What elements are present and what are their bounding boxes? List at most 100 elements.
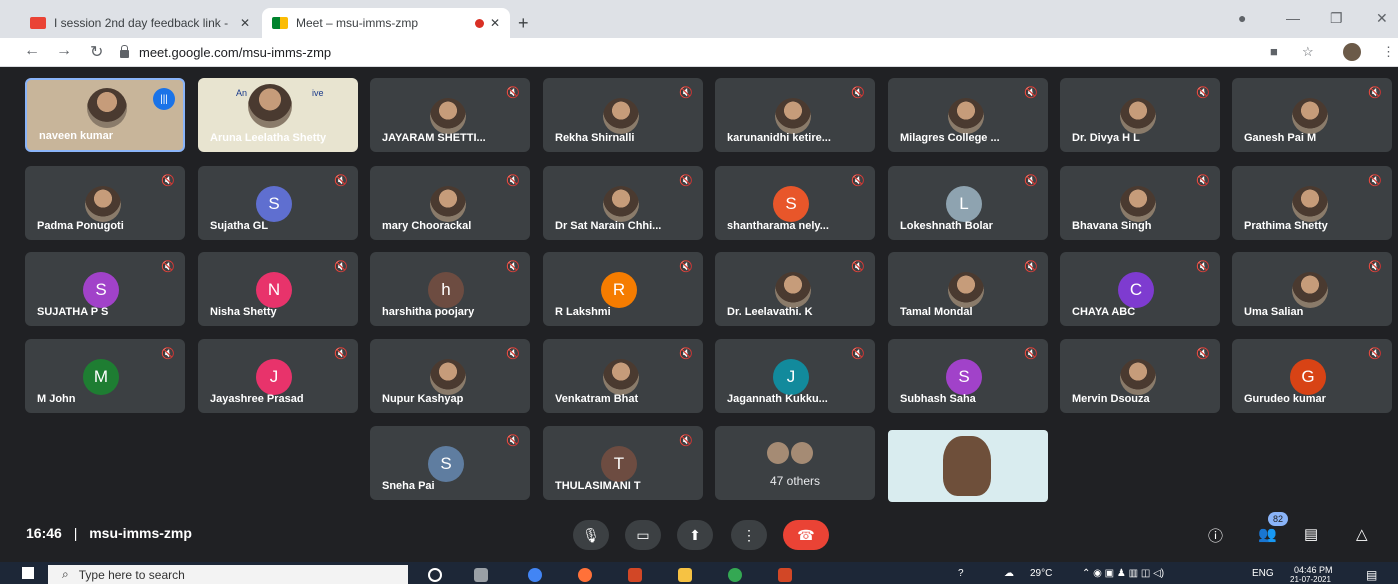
tab-meet[interactable]: Meet – msu-imms-zmp ✕ — [262, 8, 510, 38]
participant-tile[interactable]: S 🔇 SUJATHA P S — [25, 252, 185, 326]
participant-tile[interactable]: 🔇 Prathima Shetty — [1232, 166, 1392, 240]
tab-gmail[interactable]: I session 2nd day feedback link - ✕ — [20, 8, 260, 38]
participant-tile[interactable]: 🔇 mary Choorackal — [370, 166, 530, 240]
avatar: C — [1118, 272, 1154, 308]
participant-tile[interactable]: 🔇 Bhavana Singh — [1060, 166, 1220, 240]
participant-tile[interactable]: h 🔇 harshitha poojary — [370, 252, 530, 326]
powerpoint-icon[interactable] — [778, 568, 792, 582]
present-button[interactable]: ⬆ — [677, 520, 713, 550]
taskbar-search[interactable]: ⌕ Type here to search — [48, 565, 408, 584]
avatar: R — [601, 272, 637, 308]
notification-icon[interactable]: ▤ — [1366, 568, 1377, 582]
participant-tile[interactable]: J 🔇 Jayashree Prasad — [198, 339, 358, 413]
chrome-icon[interactable] — [528, 568, 542, 582]
new-tab-button[interactable]: + — [518, 13, 529, 34]
people-icon[interactable]: 👥 — [1258, 525, 1277, 543]
avatar — [775, 272, 811, 308]
camera-icon[interactable]: ■ — [1270, 44, 1278, 59]
participant-tile[interactable]: S 🔇 Subhash Saha — [888, 339, 1048, 413]
clock-time[interactable]: 04:46 PM — [1294, 565, 1333, 575]
camera-button[interactable]: ▭ — [625, 520, 661, 550]
participant-tile[interactable]: T 🔇 THULASIMANI T — [543, 426, 703, 500]
participant-tile[interactable]: S 🔇 Sujatha GL — [198, 166, 358, 240]
mic-button[interactable]: 🎙 — [573, 520, 609, 550]
participant-tile[interactable]: 🔇 Nupur Kashyap — [370, 339, 530, 413]
weather-text[interactable]: 29°C — [1030, 568, 1052, 579]
participant-name: Nisha Shetty — [210, 306, 277, 318]
participant-tile[interactable]: 🔇 Dr. Leelavathi. K — [715, 252, 875, 326]
avatar: J — [773, 359, 809, 395]
participant-tile[interactable]: 🔇 Venkatram Bhat — [543, 339, 703, 413]
clock-date[interactable]: 21-07-2021 — [1290, 576, 1331, 584]
participant-tile[interactable]: 🔇 karunanidhi ketire... — [715, 78, 875, 152]
more-options-button[interactable]: ⋮ — [731, 520, 767, 550]
others-tile[interactable]: 47 others — [715, 426, 875, 500]
leave-call-button[interactable]: ☎ — [783, 520, 829, 550]
task-view-icon[interactable] — [474, 568, 488, 582]
participant-tile[interactable]: 🔇 Dr. Divya H L — [1060, 78, 1220, 152]
address-bar[interactable]: meet.google.com/msu-imms-zmp — [120, 41, 331, 63]
minimize-button[interactable]: — — [1286, 10, 1300, 26]
file-explorer-icon[interactable] — [678, 568, 692, 582]
search-icon: ⌕ — [62, 567, 69, 581]
mic-off-icon: 🔇 — [506, 175, 520, 187]
participant-name: Sujatha GL — [210, 220, 269, 232]
mic-off-icon: 🔇 — [851, 175, 865, 187]
participant-name: mary Choorackal — [382, 220, 472, 232]
maximize-button[interactable]: ❐ — [1330, 10, 1343, 27]
tab-title: Meet – msu-imms-zmp — [296, 16, 419, 30]
close-tab-icon[interactable]: ✕ — [240, 16, 250, 30]
extension-icon[interactable]: ● — [1238, 10, 1246, 26]
video-feed — [248, 84, 292, 128]
cortana-icon[interactable] — [428, 568, 442, 582]
language-indicator[interactable]: ENG — [1252, 568, 1274, 579]
chrome-icon[interactable] — [728, 568, 742, 582]
close-tab-icon[interactable]: ✕ — [490, 16, 500, 30]
activities-icon[interactable]: △ — [1356, 525, 1368, 543]
participant-tile[interactable]: N 🔇 Nisha Shetty — [198, 252, 358, 326]
participant-tile[interactable]: 🔇 Rekha Shirnalli — [543, 78, 703, 152]
firefox-icon[interactable] — [578, 568, 592, 582]
participant-tile[interactable]: J 🔇 Jagannath Kukku... — [715, 339, 875, 413]
participant-tile[interactable]: S 🔇 shantharama nely... — [715, 166, 875, 240]
info-icon[interactable]: ⓘ — [1208, 525, 1223, 546]
participant-tile[interactable]: 🔇 Mervin Dsouza — [1060, 339, 1220, 413]
meeting-time: 16:46 — [26, 525, 62, 541]
powerpoint-icon[interactable] — [628, 568, 642, 582]
back-icon[interactable]: ← — [24, 42, 40, 60]
participant-name: Subhash Saha — [900, 393, 976, 405]
participant-count-badge: 82 — [1268, 512, 1288, 526]
bookmark-star-icon[interactable]: ☆ — [1302, 44, 1314, 60]
avatar[interactable] — [1343, 43, 1361, 61]
mic-off-icon: 🔇 — [161, 261, 175, 273]
reload-icon[interactable]: ↻ — [90, 42, 103, 62]
participant-tile[interactable]: 🔇 Tamal Mondal — [888, 252, 1048, 326]
close-window-button[interactable]: ✕ — [1376, 10, 1388, 27]
participant-name: Rekha Shirnalli — [555, 132, 635, 144]
help-icon[interactable]: ? — [958, 568, 964, 579]
screen-share-tile[interactable]: An ive Aruna Leelatha Shetty — [198, 78, 358, 152]
participant-tile[interactable]: S 🔇 Sneha Pai — [370, 426, 530, 500]
self-tile[interactable]: ||| naveen kumar — [25, 78, 185, 152]
menu-dots-icon[interactable]: ⋮ — [1382, 44, 1395, 60]
chat-icon[interactable]: ▤ — [1304, 525, 1318, 543]
participant-tile[interactable]: C 🔇 CHAYA ABC — [1060, 252, 1220, 326]
participant-tile[interactable]: 🔇 Dr Sat Narain Chhi... — [543, 166, 703, 240]
participant-tile[interactable]: R 🔇 R Lakshmi — [543, 252, 703, 326]
tray-icons[interactable]: ⌃ ◉ ▣ ♟ ▥ ◫ ◁) — [1082, 568, 1164, 579]
presenter-video-tile[interactable] — [888, 430, 1048, 502]
participant-name: JAYARAM SHETTI... — [382, 132, 486, 144]
participant-tile[interactable]: 🔇 Uma Salian — [1232, 252, 1392, 326]
participant-tile[interactable]: 🔇 Milagres College ... — [888, 78, 1048, 152]
participant-name: Dr. Leelavathi. K — [727, 306, 813, 318]
video-feed — [87, 88, 127, 128]
avatar: L — [946, 186, 982, 222]
windows-start-icon[interactable] — [22, 567, 34, 579]
participant-tile[interactable]: M 🔇 M John — [25, 339, 185, 413]
participant-tile[interactable]: 🔇 Padma Ponugoti — [25, 166, 185, 240]
participant-tile[interactable]: 🔇 JAYARAM SHETTI... — [370, 78, 530, 152]
participant-tile[interactable]: G 🔇 Gurudeo kumar — [1232, 339, 1392, 413]
participant-tile[interactable]: L 🔇 Lokeshnath Bolar — [888, 166, 1048, 240]
participant-tile[interactable]: 🔇 Ganesh Pai M — [1232, 78, 1392, 152]
forward-icon[interactable]: → — [56, 42, 72, 60]
